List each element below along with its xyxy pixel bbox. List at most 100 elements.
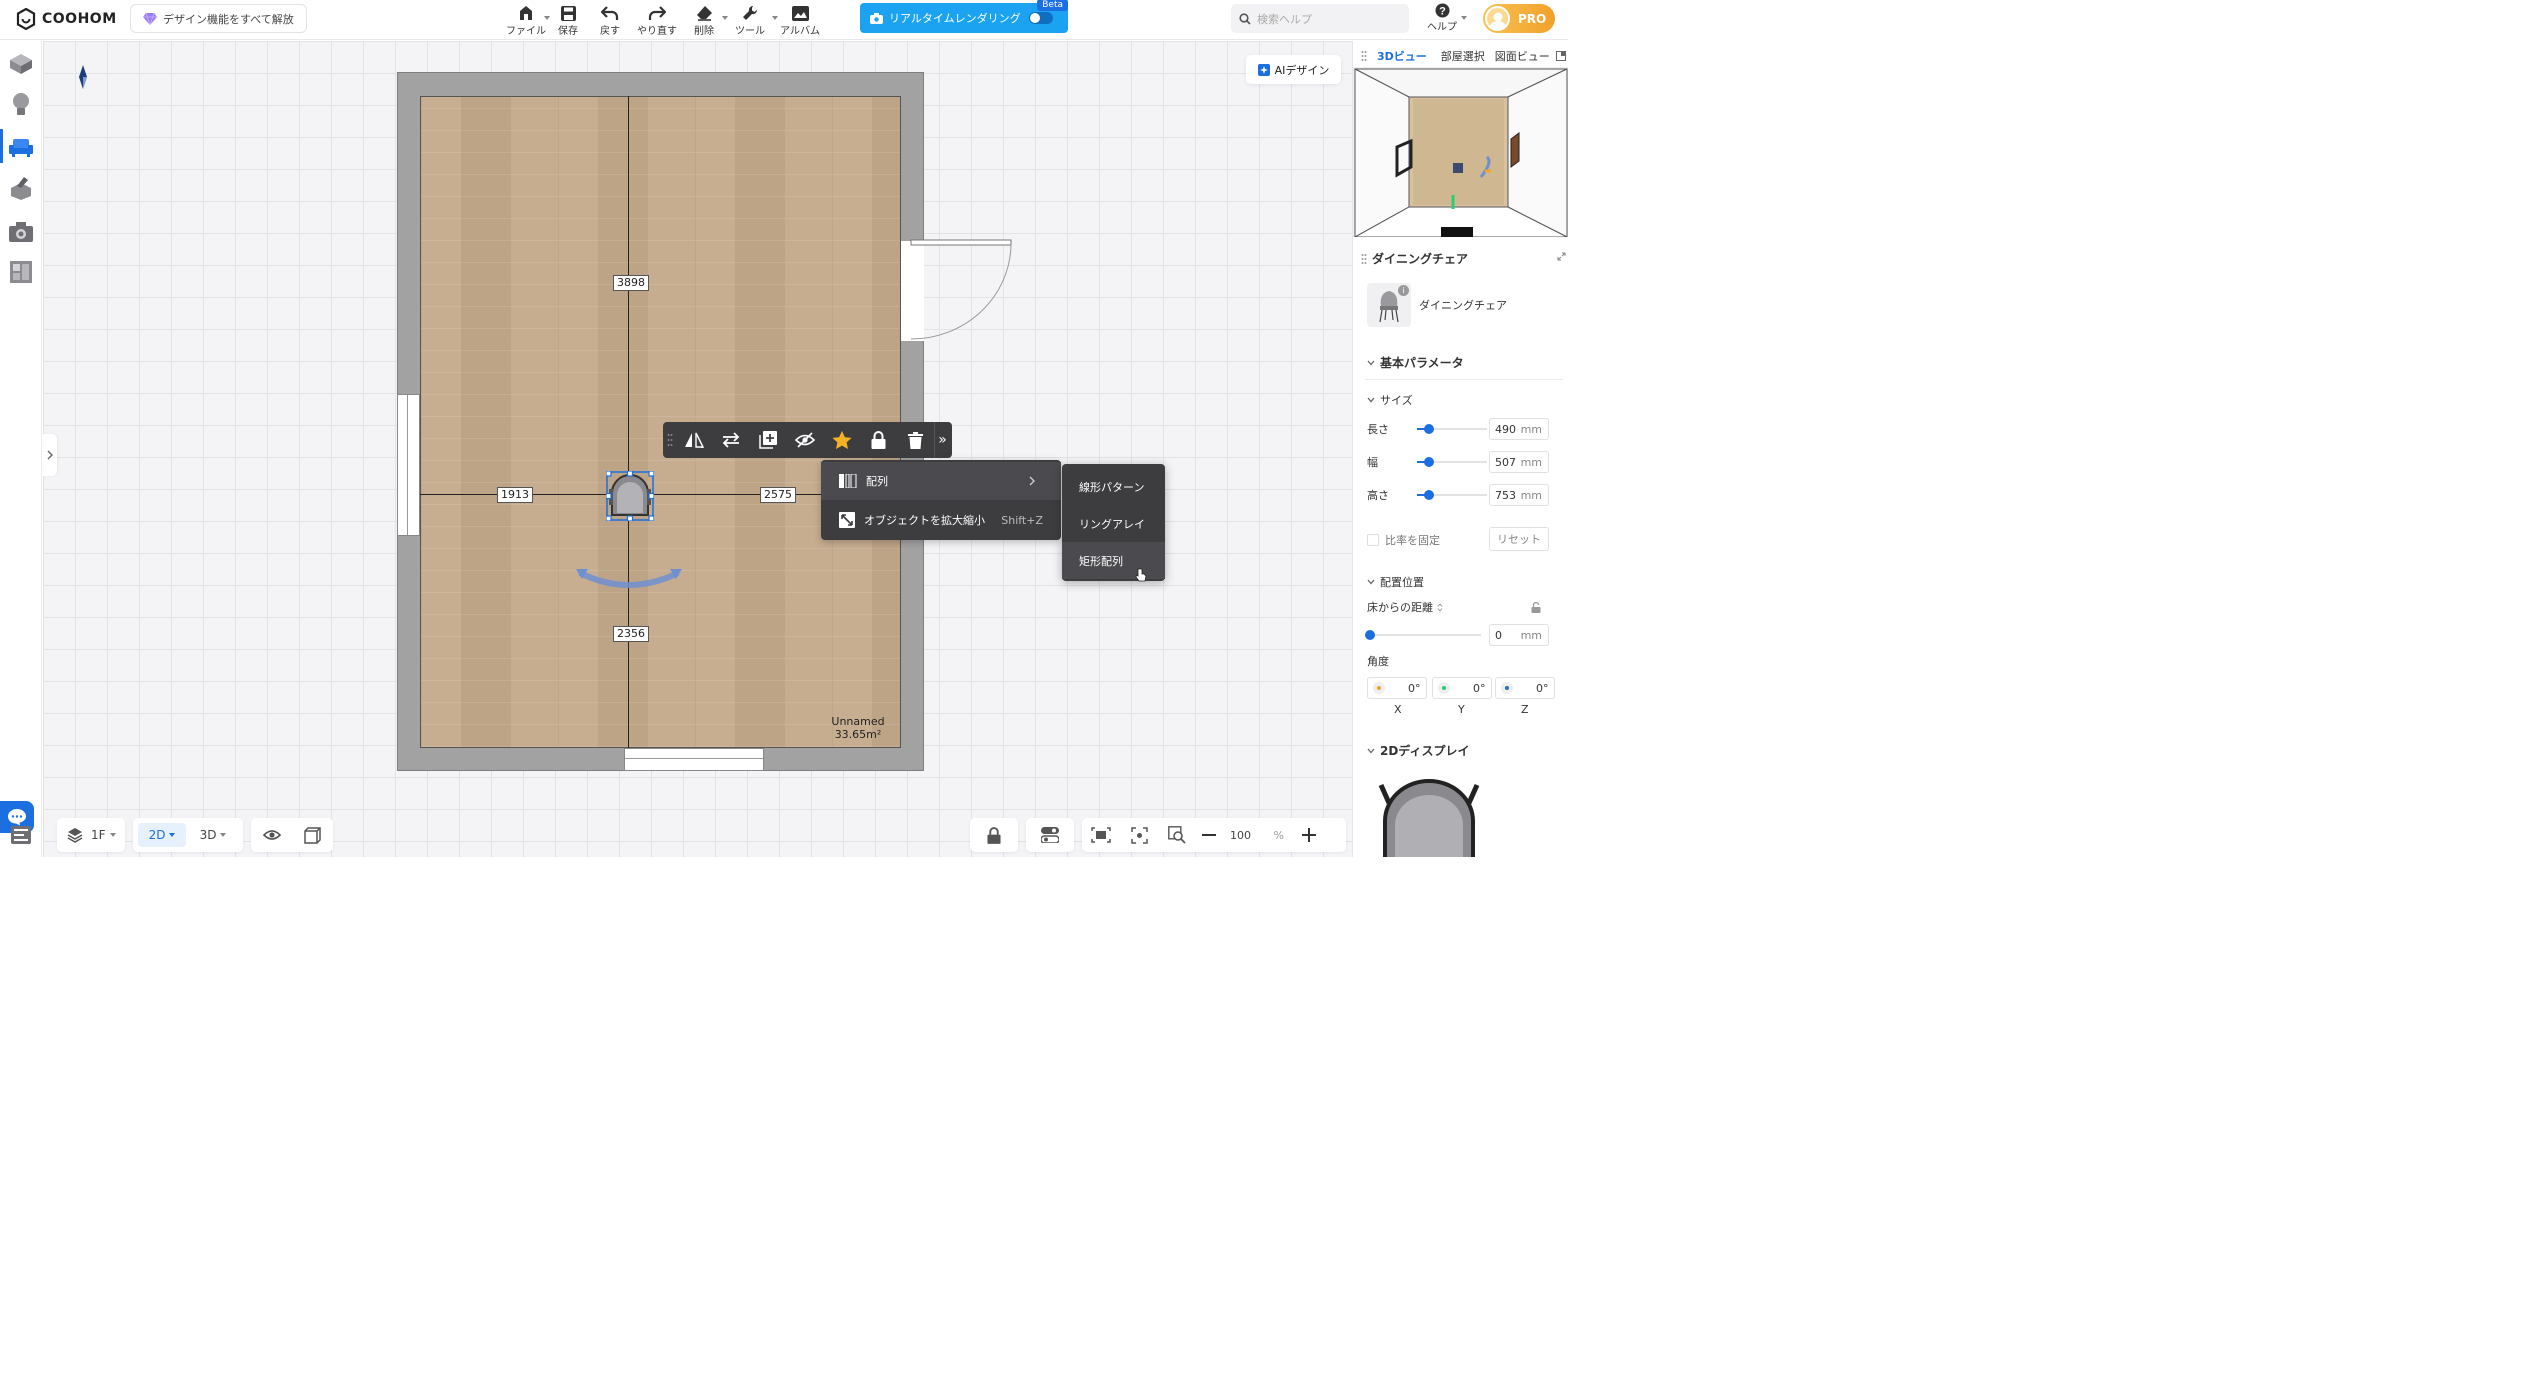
focus-button[interactable]	[1120, 826, 1158, 844]
rail-item-furniture[interactable]	[8, 134, 34, 160]
rail-item-build[interactable]	[8, 175, 34, 201]
rail-item-list[interactable]	[8, 822, 34, 848]
room-label[interactable]: Unnamed 33.65m²	[823, 715, 893, 741]
zoom-area-button[interactable]	[1158, 826, 1196, 844]
left-panel-toggle[interactable]	[43, 434, 57, 476]
width-input[interactable]: 507 mm	[1489, 451, 1549, 473]
display2d-header[interactable]: 2Dディスプレイ	[1367, 742, 1469, 759]
tool-tools[interactable]: ツール	[725, 2, 778, 38]
wrench-icon	[743, 5, 758, 20]
tool-file[interactable]: ファイル	[505, 2, 550, 38]
tab-drawing-view[interactable]: 図面ビュー	[1495, 48, 1550, 64]
chevron-down-icon	[1367, 360, 1375, 365]
view-3d-button[interactable]: 3D	[190, 823, 236, 847]
tool-delete[interactable]: 削除	[683, 2, 728, 38]
dimension-right[interactable]: 2575	[760, 487, 796, 503]
selected-dining-chair[interactable]	[605, 470, 655, 522]
rail-item-model[interactable]	[8, 51, 34, 77]
avatar[interactable]	[1485, 6, 1510, 31]
basic-params-header[interactable]: 基本パラメータ	[1367, 354, 1464, 371]
zoom-input[interactable]: 100 %	[1222, 823, 1292, 847]
drag-handle-icon[interactable]	[667, 433, 673, 447]
help-caret-icon[interactable]	[1461, 16, 1467, 20]
ai-design-label: AIデザイン	[1274, 63, 1330, 77]
angle-x-input[interactable]: 0°	[1367, 677, 1427, 699]
dimension-left[interactable]: 1913	[497, 487, 533, 503]
drag-handle-icon[interactable]	[1361, 50, 1367, 62]
tab-room-select[interactable]: 部屋選択	[1441, 48, 1485, 64]
lock-canvas-button[interactable]	[970, 818, 1018, 852]
length-input[interactable]: 490 mm	[1489, 418, 1549, 440]
2d-display-preview[interactable]	[1377, 777, 1481, 857]
ai-design-button[interactable]: AIデザイン	[1246, 55, 1341, 84]
reset-button[interactable]: リセット	[1489, 527, 1549, 551]
more-button[interactable]: »	[934, 422, 950, 458]
rotate-handle[interactable]	[576, 567, 682, 595]
tool-undo[interactable]: 戻す	[589, 2, 631, 38]
menu-item-scale-object[interactable]: オブジェクトを拡大縮小 Shift+Z	[821, 501, 1061, 539]
swap-button[interactable]	[712, 422, 749, 458]
floor-selector[interactable]: 1F	[57, 818, 125, 852]
hide-button[interactable]	[786, 422, 823, 458]
unlock-features-button[interactable]: デザイン機能をすべて解放	[130, 4, 307, 33]
cube-view-button[interactable]	[292, 826, 333, 844]
lock-ratio-checkbox[interactable]	[1367, 534, 1379, 546]
rail-item-camera[interactable]	[8, 219, 34, 245]
info-icon[interactable]: i	[1398, 285, 1409, 296]
tool-redo[interactable]: やり直す	[631, 2, 683, 38]
view-3d-label: 3D	[199, 828, 217, 842]
floor-distance-input[interactable]: 0 mm	[1489, 624, 1549, 646]
tool-save[interactable]: 保存	[547, 2, 589, 38]
rail-item-lighting[interactable]	[8, 91, 34, 117]
tool-album[interactable]: アルバム	[775, 2, 825, 38]
window-left[interactable]	[397, 394, 420, 536]
pro-account-button[interactable]: PRO	[1483, 4, 1555, 33]
object-thumbnail[interactable]: i	[1367, 283, 1411, 327]
length-slider[interactable]	[1417, 424, 1487, 434]
rail-item-layout[interactable]	[8, 259, 34, 285]
render-toggle[interactable]	[1028, 12, 1053, 24]
unlock-icon[interactable]	[1531, 602, 1541, 613]
visibility-button[interactable]	[251, 829, 292, 841]
placement-header[interactable]: 配置位置	[1367, 574, 1424, 590]
width-slider[interactable]	[1417, 457, 1487, 467]
expand-panel-icon[interactable]	[1557, 252, 1566, 261]
angle-y-input[interactable]: 0°	[1432, 677, 1492, 699]
realtime-render-button[interactable]: リアルタイムレンダリング Beta	[860, 0, 1068, 33]
tab-3d-view[interactable]: 3Dビュー	[1377, 48, 1427, 64]
submenu-item-ring[interactable]: リングアレイ	[1062, 505, 1165, 542]
size-header[interactable]: サイズ	[1367, 392, 1413, 408]
realtime-render-label: リアルタイムレンダリング	[889, 12, 1021, 25]
drag-handle-icon[interactable]	[1361, 253, 1367, 265]
favorite-button[interactable]	[823, 422, 860, 458]
floor-distance-slider[interactable]	[1365, 630, 1481, 640]
angle-z-input[interactable]: 0°	[1495, 677, 1555, 699]
height-slider[interactable]	[1417, 490, 1487, 500]
fit-view-button[interactable]	[1082, 827, 1120, 843]
expand-window-icon[interactable]	[1555, 51, 1566, 61]
zoom-out-button[interactable]	[1196, 834, 1222, 836]
menu-item-array[interactable]: 配列	[821, 462, 1061, 500]
mirror-button[interactable]	[675, 422, 712, 458]
sort-icon[interactable]	[1437, 602, 1443, 612]
door-swing[interactable]	[901, 239, 1016, 343]
dimension-top[interactable]: 3898	[613, 275, 649, 291]
view-2d-button[interactable]: 2D	[138, 823, 186, 847]
help-button[interactable]: ? ヘルプ	[1425, 3, 1459, 37]
compass-icon[interactable]	[79, 65, 87, 89]
window-bottom[interactable]	[624, 748, 764, 771]
duplicate-button[interactable]	[749, 422, 786, 458]
settings-toggle-button[interactable]	[1026, 818, 1074, 852]
submenu-item-rectangular[interactable]: 矩形配列	[1062, 542, 1165, 579]
delete-button[interactable]	[897, 422, 934, 458]
height-input[interactable]: 753 mm	[1489, 484, 1549, 506]
lock-button[interactable]	[860, 422, 897, 458]
zoom-in-button[interactable]	[1292, 828, 1326, 842]
submenu-item-linear[interactable]: 線形パターン	[1062, 468, 1165, 505]
3d-preview[interactable]	[1353, 67, 1568, 237]
length-value: 490	[1495, 422, 1516, 436]
design-canvas[interactable]: AIデザイン 3898 1913 2575 2356 Unnamed 33.65…	[43, 41, 1352, 857]
toggle-settings-icon	[1041, 827, 1059, 843]
dimension-bottom[interactable]: 2356	[613, 626, 649, 642]
help-search-input[interactable]: 検索ヘルプ	[1231, 4, 1409, 33]
